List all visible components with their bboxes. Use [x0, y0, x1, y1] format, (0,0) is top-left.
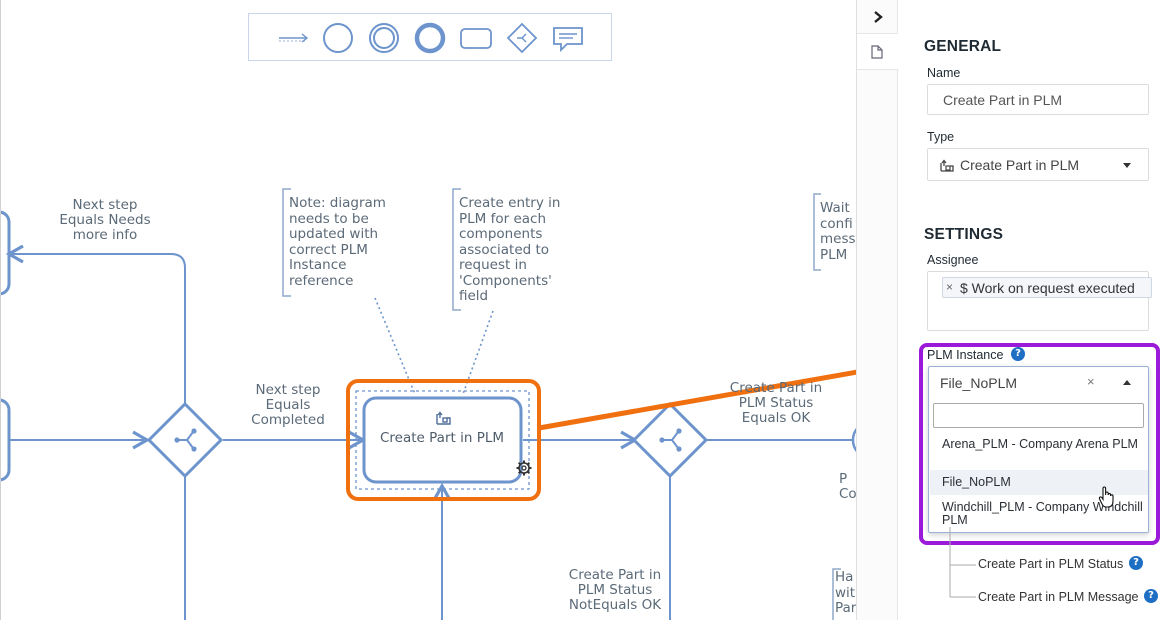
- exclusive-gateway-2[interactable]: [631, 401, 709, 479]
- plm-search-input[interactable]: [933, 403, 1144, 428]
- type-select-value: Create Part in PLM: [960, 157, 1080, 173]
- type-label: Type: [927, 130, 955, 144]
- label-partial-p: P Co: [839, 472, 856, 502]
- plm-option-file-noplm[interactable]: File_NoPLM: [930, 470, 1148, 495]
- properties-tab[interactable]: [857, 34, 899, 70]
- label-status-notok: Create Part in PLM Status NotEquals OK: [568, 567, 662, 613]
- general-section-title: GENERAL: [924, 38, 1002, 55]
- plm-option-arena[interactable]: Arena_PLM - Company Arena PLM: [930, 438, 1148, 468]
- name-label: Name: [927, 66, 961, 80]
- panel-toggle-strip: [856, 0, 899, 620]
- output-status-item[interactable]: Create Part in PLM Status: [978, 557, 1123, 571]
- annotation-icon[interactable]: [550, 20, 586, 56]
- collapse-panel-button[interactable]: [857, 0, 899, 34]
- gear-icon[interactable]: [516, 460, 532, 476]
- help-icon[interactable]: ?: [1011, 347, 1025, 361]
- note-create-entry[interactable]: Create entry in PLM for each components …: [459, 195, 589, 305]
- settings-section-title: SETTINGS: [924, 226, 1004, 243]
- label-completed: Next step Equals Completed: [251, 382, 325, 428]
- output-message-item[interactable]: Create Part in PLM Message: [978, 590, 1139, 604]
- left-node-mid[interactable]: [1, 398, 11, 482]
- assignee-field[interactable]: × $ Work on request executed: [927, 271, 1152, 331]
- left-node-top[interactable]: [1, 210, 11, 296]
- help-icon[interactable]: ?: [1129, 556, 1143, 570]
- diagram-canvas[interactable]: Next step Equals Needs more info Next st…: [0, 0, 856, 620]
- label-needs-info: Next step Equals Needs more info: [59, 197, 151, 243]
- task-label: Create Part in PLM: [380, 430, 504, 446]
- plm-instance-label: PLM Instance: [927, 348, 1004, 362]
- flow-to-needs-info[interactable]: [5, 244, 186, 404]
- intermediate-event-icon[interactable]: [366, 20, 402, 56]
- sequence-flow-icon[interactable]: [275, 20, 311, 56]
- start-event-icon[interactable]: [320, 20, 356, 56]
- name-field[interactable]: Create Part in PLM: [927, 84, 1149, 115]
- clear-icon[interactable]: ×: [1087, 374, 1095, 389]
- plm-instance-selected: File_NoPLM: [940, 375, 1018, 391]
- properties-panel: GENERAL Name Create Part in PLM Type Cre…: [898, 0, 1166, 620]
- gateway-icon[interactable]: [504, 20, 540, 56]
- diagram-svg: [1, 188, 856, 620]
- chevron-right-icon: [874, 11, 883, 23]
- caret-up-icon[interactable]: [1123, 380, 1131, 385]
- task-icon[interactable]: [458, 20, 494, 56]
- assignee-label: Assignee: [927, 253, 979, 267]
- type-select[interactable]: Create Part in PLM: [927, 148, 1149, 181]
- assignee-tag: × $ Work on request executed: [942, 277, 1152, 298]
- assignee-tag-remove[interactable]: ×: [946, 280, 953, 294]
- help-icon[interactable]: ?: [1144, 589, 1158, 603]
- plm-instance-dropdown: File_NoPLM × Arena_PLM - Company Arena P…: [928, 366, 1149, 533]
- upload-task-icon: [940, 159, 954, 172]
- exclusive-gateway-1[interactable]: [146, 401, 224, 479]
- note-plm-instance[interactable]: Note: diagram needs to be updated with c…: [289, 195, 419, 289]
- output-tree-lines: [949, 527, 976, 598]
- plm-instance-select[interactable]: File_NoPLM ×: [929, 367, 1148, 398]
- app-window: Next step Equals Needs more info Next st…: [0, 0, 1166, 620]
- document-icon: [871, 45, 883, 59]
- note-wait[interactable]: Wait confi mess PLM: [820, 201, 856, 263]
- hand-cursor-icon: [1098, 486, 1114, 508]
- note-ha[interactable]: Ha wit Par: [835, 570, 856, 617]
- assignee-tag-label: $ Work on request executed: [960, 280, 1135, 296]
- label-status-ok: Create Part in PLM Status Equals OK: [729, 380, 823, 426]
- end-event-icon[interactable]: [412, 20, 448, 56]
- caret-down-icon: [1123, 163, 1131, 168]
- element-palette: [248, 13, 612, 61]
